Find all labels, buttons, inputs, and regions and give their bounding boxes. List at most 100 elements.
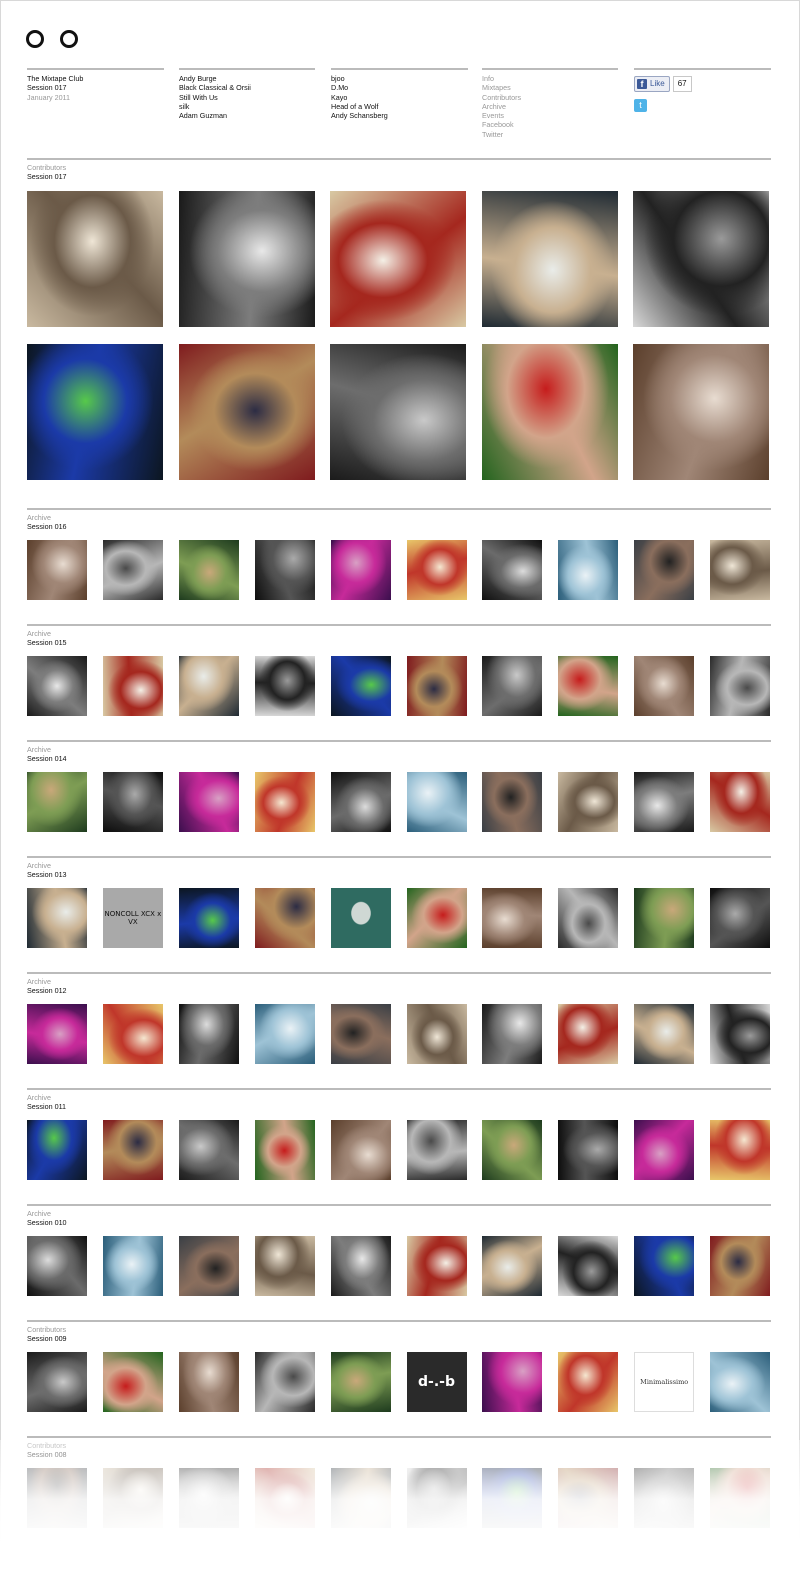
contributor-photo[interactable]	[330, 1352, 391, 1412]
contributor-photo[interactable]	[330, 1004, 391, 1064]
contributor-photo[interactable]	[558, 656, 619, 716]
contributor-photo[interactable]	[178, 344, 315, 480]
contributor-photo[interactable]	[633, 344, 769, 480]
contributor-photo[interactable]	[482, 656, 543, 716]
contributor-photo[interactable]	[558, 1352, 619, 1412]
artist-link[interactable]: Andy Schansberg	[331, 111, 468, 120]
contributor-photo[interactable]	[102, 1004, 163, 1064]
section-label[interactable]: Archive	[27, 1206, 771, 1218]
contributor-photo[interactable]	[482, 772, 543, 832]
contributor-photo[interactable]	[558, 1004, 619, 1064]
contributor-photo[interactable]	[481, 191, 618, 327]
section-session-title[interactable]: Session 016	[27, 522, 771, 531]
contributor-photo[interactable]	[406, 888, 467, 948]
artist-link[interactable]: bjoo	[331, 74, 468, 83]
contributor-photo[interactable]	[27, 1120, 87, 1180]
contributor-photo[interactable]	[178, 191, 315, 327]
nav-archive[interactable]: Archive	[482, 102, 618, 111]
nav-facebook[interactable]: Facebook	[482, 120, 618, 129]
nav-events[interactable]: Events	[482, 111, 618, 120]
section-label[interactable]: Archive	[27, 1090, 771, 1102]
contributor-photo[interactable]	[482, 888, 543, 948]
artist-link[interactable]: D.Mo	[331, 83, 468, 92]
contributor-photo[interactable]	[330, 1120, 391, 1180]
section-session-title[interactable]: Session 017	[27, 172, 771, 181]
contributor-photo[interactable]	[102, 1236, 163, 1296]
contributor-photo[interactable]	[27, 191, 163, 327]
contributor-photo[interactable]	[634, 1120, 695, 1180]
contributor-photo[interactable]	[102, 540, 163, 600]
contributor-photo[interactable]	[178, 888, 239, 948]
contributor-photo[interactable]	[254, 1236, 315, 1296]
contributor-photo[interactable]	[558, 772, 619, 832]
contributor-photo[interactable]	[254, 772, 315, 832]
contributor-photo[interactable]	[178, 656, 239, 716]
contributor-photo[interactable]	[710, 1236, 771, 1296]
section-label[interactable]: Archive	[27, 858, 771, 870]
section-label[interactable]: Archive	[27, 626, 771, 638]
contributor-photo[interactable]	[634, 540, 695, 600]
contributor-photo[interactable]	[710, 772, 771, 832]
contributor-logo-tile[interactable]: d-.-b	[406, 1352, 467, 1412]
contributor-photo[interactable]	[710, 540, 771, 600]
contributor-photo[interactable]	[406, 656, 467, 716]
contributor-photo[interactable]	[27, 888, 87, 948]
contributor-photo[interactable]	[634, 1236, 695, 1296]
section-session-title[interactable]: Session 011	[27, 1102, 771, 1111]
section-session-title[interactable]: Session 014	[27, 754, 771, 763]
contributor-photo[interactable]	[633, 191, 769, 327]
contributor-photo[interactable]	[178, 1352, 239, 1412]
artist-link[interactable]: Kayo	[331, 93, 468, 102]
contributor-logo-tile[interactable]: Minimalissimo	[634, 1352, 695, 1412]
contributor-photo[interactable]	[710, 1120, 771, 1180]
contributor-photo[interactable]	[558, 888, 619, 948]
section-session-title[interactable]: Session 012	[27, 986, 771, 995]
contributor-photo[interactable]	[254, 540, 315, 600]
contributor-photo[interactable]	[710, 1004, 771, 1064]
contributor-photo[interactable]	[102, 656, 163, 716]
contributor-photo[interactable]	[254, 656, 315, 716]
section-label[interactable]: Archive	[27, 974, 771, 986]
contributor-photo[interactable]	[178, 772, 239, 832]
contributor-photo[interactable]	[330, 344, 466, 480]
contributor-photo[interactable]	[27, 1004, 87, 1064]
contributor-photo[interactable]	[406, 1120, 467, 1180]
contributor-photo[interactable]	[634, 888, 695, 948]
nav-twitter[interactable]: Twitter	[482, 130, 618, 139]
logo[interactable]	[26, 30, 78, 48]
section-label[interactable]: Archive	[27, 510, 771, 522]
contributor-photo[interactable]	[27, 344, 163, 480]
artist-link[interactable]: Adam Guzman	[179, 111, 315, 120]
section-label[interactable]: Contributors	[27, 160, 771, 172]
nav-info[interactable]: Info	[482, 74, 618, 83]
section-session-title[interactable]: Session 010	[27, 1218, 771, 1227]
contributor-photo[interactable]	[482, 540, 543, 600]
contributor-photo[interactable]	[634, 772, 695, 832]
contributor-photo[interactable]	[406, 772, 467, 832]
contributor-photo[interactable]	[178, 540, 239, 600]
artist-link[interactable]: Andy Burge	[179, 74, 315, 83]
contributor-photo[interactable]	[178, 1236, 239, 1296]
contributor-photo[interactable]	[178, 1004, 239, 1064]
artist-link[interactable]: silk	[179, 102, 315, 111]
contributor-photo[interactable]	[330, 191, 466, 327]
contributor-photo[interactable]	[330, 772, 391, 832]
contributor-photo[interactable]	[330, 540, 391, 600]
contributor-photo[interactable]	[481, 344, 618, 480]
contributor-photo[interactable]	[27, 1352, 87, 1412]
section-session-title[interactable]: Session 015	[27, 638, 771, 647]
contributor-photo[interactable]	[102, 772, 163, 832]
contributor-photo[interactable]	[330, 1236, 391, 1296]
contributor-photo[interactable]	[330, 656, 391, 716]
contributor-photo[interactable]	[27, 540, 87, 600]
nav-contributors[interactable]: Contributors	[482, 93, 618, 102]
contributor-photo[interactable]	[406, 1004, 467, 1064]
section-session-title[interactable]: Session 009	[27, 1334, 771, 1343]
section-session-title[interactable]: Session 013	[27, 870, 771, 879]
twitter-icon[interactable]: t	[634, 99, 647, 112]
contributor-photo[interactable]	[482, 1352, 543, 1412]
artist-link[interactable]: Still With Us	[179, 93, 315, 102]
contributor-photo[interactable]	[634, 656, 695, 716]
contributor-photo[interactable]	[254, 1120, 315, 1180]
club-title[interactable]: The Mixtape Club	[27, 74, 164, 83]
